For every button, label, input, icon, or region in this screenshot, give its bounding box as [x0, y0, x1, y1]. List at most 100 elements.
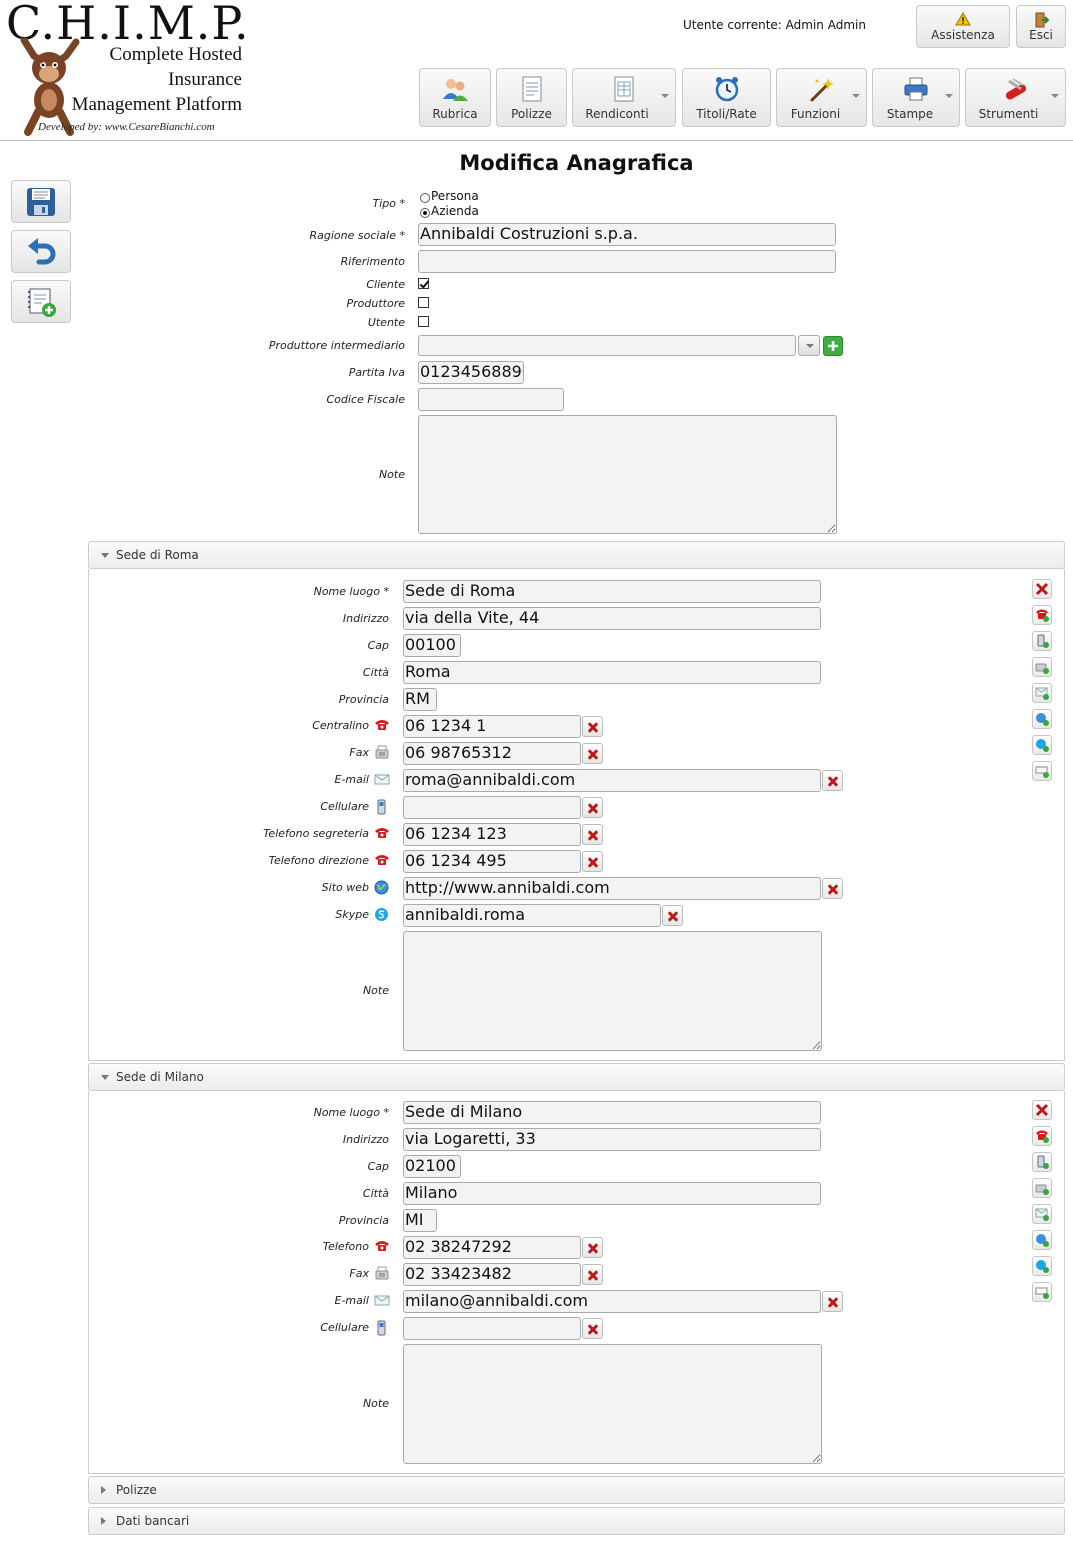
roma-sito-label: Sito web — [321, 881, 369, 894]
nav-titoli-rate-button[interactable]: Titoli/Rate — [682, 68, 771, 127]
phone-add-icon — [1036, 1130, 1049, 1143]
add-phone-button[interactable] — [1032, 1126, 1052, 1146]
milano-fax-label: Fax — [349, 1267, 369, 1280]
roma-fax-input[interactable]: 06 98765312 — [403, 742, 581, 765]
ragione-sociale-input[interactable]: Annibaldi Costruzioni s.p.a. — [418, 223, 836, 246]
roma-indirizzo-input[interactable]: via della Vite, 44 — [403, 607, 821, 630]
esci-button[interactable]: Esci — [1016, 5, 1066, 48]
roma-centralino-input[interactable]: 06 1234 1 — [403, 715, 581, 738]
roma-cellulare-input[interactable] — [403, 796, 581, 819]
roma-skype-input[interactable]: annibaldi.roma — [403, 904, 661, 927]
dati-bancari-panel-title: Dati bancari — [116, 1514, 190, 1528]
add-mobile-button[interactable] — [1032, 1152, 1052, 1172]
roma-nome-luogo-label: Nome luogo * — [313, 585, 389, 598]
delete-email-button[interactable] — [822, 1291, 843, 1312]
add-website-button[interactable] — [1032, 1230, 1052, 1250]
riferimento-input[interactable] — [418, 250, 836, 273]
utente-checkbox[interactable] — [418, 316, 429, 327]
nav-stampe-button[interactable]: Stampe — [872, 68, 960, 127]
globe-icon — [374, 880, 389, 895]
milano-cellulare-input[interactable] — [403, 1317, 581, 1340]
delete-tel-segreteria-button[interactable] — [582, 824, 603, 845]
delete-centralino-button[interactable] — [582, 716, 603, 737]
tipo-persona-radio[interactable] — [420, 193, 430, 203]
roma-note-textarea[interactable] — [403, 931, 822, 1051]
add-sede-button[interactable] — [11, 280, 71, 323]
milano-nome-luogo-input[interactable]: Sede di Milano — [403, 1101, 821, 1124]
milano-cap-input[interactable]: 02100 — [403, 1155, 461, 1178]
produttore-checkbox[interactable] — [418, 297, 429, 308]
nav-rendiconti-label: Rendiconti — [585, 107, 649, 121]
delete-cellulare-button[interactable] — [582, 1318, 603, 1339]
nav-rubrica-button[interactable]: Rubrica — [419, 68, 491, 127]
dati-bancari-panel-header[interactable]: Dati bancari — [88, 1507, 1065, 1535]
roma-tel-direzione-input[interactable]: 06 1234 495 — [403, 850, 581, 873]
roma-indirizzo-label: Indirizzo — [342, 612, 389, 625]
email-add-icon — [1035, 687, 1049, 700]
delete-fax-button[interactable] — [582, 1264, 603, 1285]
tipo-azienda-radio[interactable] — [420, 208, 430, 218]
add-mobile-button[interactable] — [1032, 631, 1052, 651]
milano-provincia-input[interactable]: MI — [403, 1209, 437, 1232]
add-field-button[interactable] — [1032, 761, 1052, 781]
delete-sede-milano-button[interactable] — [1032, 1100, 1052, 1120]
roma-tel-segreteria-input[interactable]: 06 1234 123 — [403, 823, 581, 846]
delete-fax-button[interactable] — [582, 743, 603, 764]
assistenza-button[interactable]: Assistenza — [916, 5, 1010, 48]
milano-indirizzo-input[interactable]: via Logaretti, 33 — [403, 1128, 821, 1151]
roma-provincia-input[interactable]: RM — [403, 688, 437, 711]
nav-polizze-button[interactable]: Polizze — [496, 68, 567, 127]
add-skype-button[interactable] — [1032, 735, 1052, 755]
note-label: Note — [378, 468, 405, 481]
add-field-button[interactable] — [1032, 1282, 1052, 1302]
alarm-clock-icon — [715, 77, 738, 102]
delete-email-button[interactable] — [822, 770, 843, 791]
save-button[interactable] — [11, 180, 71, 223]
milano-citta-input[interactable]: Milano — [403, 1182, 821, 1205]
codice-fiscale-input[interactable] — [418, 388, 564, 411]
nav-strumenti-button[interactable]: Strumenti — [965, 68, 1066, 127]
produttore-intermediario-combobox[interactable] — [418, 335, 796, 356]
codice-fiscale-label: Codice Fiscale — [326, 393, 406, 406]
nav-funzioni-button[interactable]: Funzioni — [776, 68, 867, 127]
sede-roma-panel-header[interactable]: Sede di Roma — [88, 541, 1065, 569]
roma-email-label: E-mail — [334, 773, 370, 786]
milano-note-textarea[interactable] — [403, 1344, 822, 1464]
sede-milano-panel-header[interactable]: Sede di Milano — [88, 1063, 1065, 1091]
delete-cellulare-button[interactable] — [582, 797, 603, 818]
milano-telefono-input[interactable]: 02 38247292 — [403, 1236, 581, 1259]
partita-iva-input[interactable]: 01234568890 — [418, 361, 524, 384]
add-email-button[interactable] — [1032, 683, 1052, 703]
cliente-checkbox[interactable] — [418, 278, 429, 289]
milano-fax-input[interactable]: 02 33423482 — [403, 1263, 581, 1286]
add-produttore-button[interactable] — [823, 336, 843, 356]
polizze-panel-header[interactable]: Polizze — [88, 1476, 1065, 1504]
delete-sito-button[interactable] — [822, 878, 843, 899]
add-website-button[interactable] — [1032, 709, 1052, 729]
add-phone-button[interactable] — [1032, 605, 1052, 625]
skype-add-icon — [1036, 1260, 1049, 1273]
roma-fax-label: Fax — [349, 746, 369, 759]
delete-telefono-button[interactable] — [582, 1237, 603, 1258]
undo-button[interactable] — [11, 230, 71, 273]
polizze-panel-title: Polizze — [116, 1483, 157, 1497]
roma-citta-input[interactable]: Roma — [403, 661, 821, 684]
roma-cap-input[interactable]: 00100 — [403, 634, 461, 657]
caret-right-icon — [101, 1517, 106, 1525]
milano-email-input[interactable]: milano@annibaldi.com — [403, 1290, 821, 1313]
roma-sito-input[interactable]: http://www.annibaldi.com — [403, 877, 821, 900]
add-fax-button[interactable] — [1032, 657, 1052, 677]
roma-email-input[interactable]: roma@annibaldi.com — [403, 769, 821, 792]
roma-nome-luogo-input[interactable]: Sede di Roma — [403, 580, 821, 603]
delete-tel-direzione-button[interactable] — [582, 851, 603, 872]
add-fax-button[interactable] — [1032, 1178, 1052, 1198]
add-email-button[interactable] — [1032, 1204, 1052, 1224]
delete-skype-button[interactable] — [662, 905, 683, 926]
delete-sede-roma-button[interactable] — [1032, 579, 1052, 599]
note-textarea[interactable] — [418, 415, 837, 534]
nav-rendiconti-button[interactable]: Rendiconti — [572, 68, 676, 127]
add-skype-button[interactable] — [1032, 1256, 1052, 1276]
roma-tel-direzione-label: Telefono direzione — [268, 854, 369, 867]
produttore-dropdown-button[interactable] — [798, 335, 820, 356]
milano-indirizzo-label: Indirizzo — [342, 1133, 389, 1146]
